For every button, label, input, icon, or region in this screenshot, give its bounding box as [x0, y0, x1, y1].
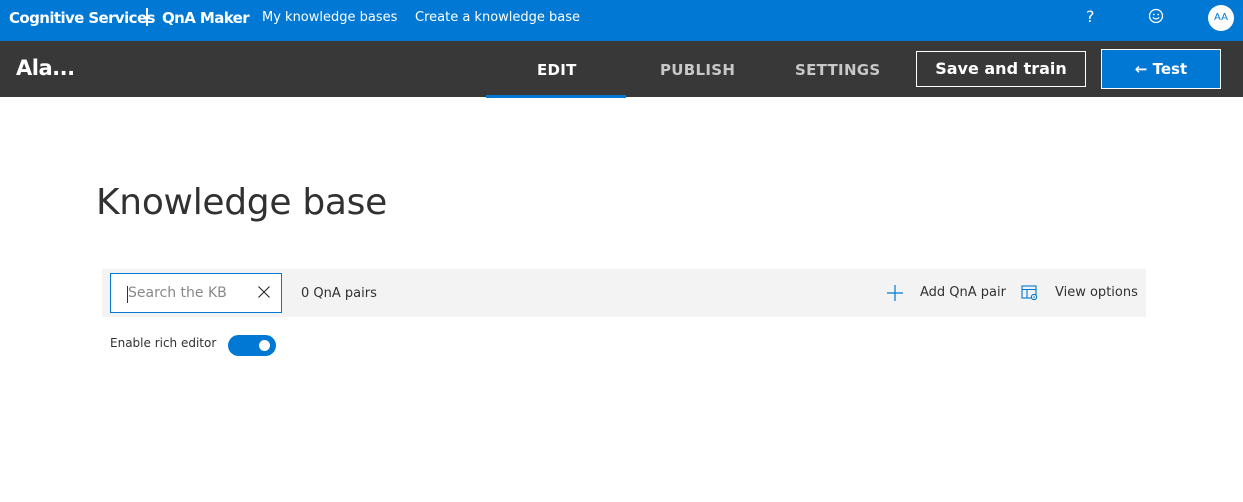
- kb-name: Ala...: [16, 56, 75, 80]
- view-options-icon: [1021, 285, 1038, 301]
- add-qna-pair-label: Add QnA pair: [920, 285, 1006, 300]
- smiley-feedback-icon[interactable]: [1147, 7, 1165, 25]
- page-title: Knowledge base: [96, 182, 387, 223]
- toggle-knob: [259, 340, 270, 351]
- active-tab-indicator: [486, 95, 626, 98]
- view-options-label: View options: [1055, 285, 1138, 300]
- test-button[interactable]: ← Test: [1101, 49, 1221, 89]
- plus-icon: [887, 285, 903, 301]
- save-and-train-button[interactable]: Save and train: [916, 51, 1086, 87]
- search-input[interactable]: [128, 282, 248, 304]
- brand-separator: [146, 8, 148, 26]
- top-bar: Cognitive Services QnA Maker My knowledg…: [0, 0, 1243, 41]
- tab-settings[interactable]: SETTINGS: [795, 61, 881, 79]
- search-box[interactable]: [110, 273, 282, 313]
- kb-header: Ala... EDIT PUBLISH SETTINGS Save and tr…: [0, 41, 1243, 98]
- tab-publish[interactable]: PUBLISH: [660, 61, 735, 79]
- qna-count: 0 QnA pairs: [301, 286, 377, 301]
- nav-my-knowledge-bases[interactable]: My knowledge bases: [262, 10, 397, 25]
- nav-create-knowledge-base[interactable]: Create a knowledge base: [415, 10, 580, 25]
- close-icon[interactable]: [257, 285, 271, 299]
- tab-edit[interactable]: EDIT: [537, 61, 577, 79]
- kb-toolbar: 0 QnA pairs Add QnA pair View options: [102, 269, 1146, 317]
- brand-link[interactable]: Cognitive Services: [9, 9, 155, 27]
- avatar[interactable]: AA: [1208, 5, 1234, 31]
- rich-editor-label: Enable rich editor: [110, 336, 217, 350]
- product-link[interactable]: QnA Maker: [162, 9, 250, 27]
- rich-editor-toggle[interactable]: [228, 335, 276, 356]
- help-icon[interactable]: ?: [1086, 7, 1095, 26]
